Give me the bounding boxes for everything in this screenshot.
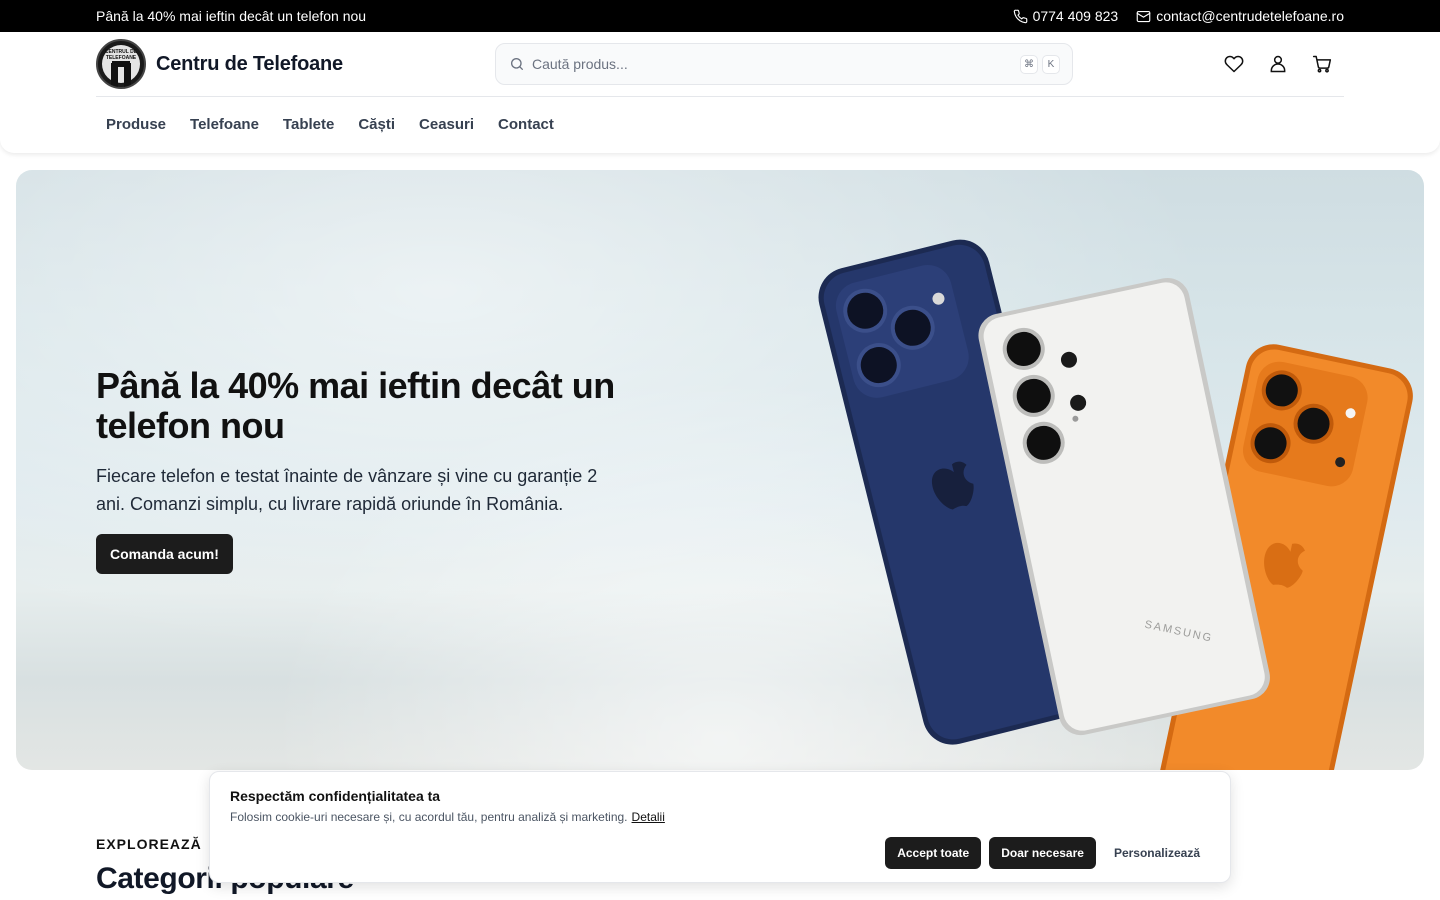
hero-banner: SAMSUNG Până la 40% mai ieftin decât un … — [16, 170, 1424, 770]
main-nav: Produse Telefoane Tablete Căști Ceasuri … — [96, 108, 568, 141]
promo-text: Până la 40% mai ieftin decât un telefon … — [96, 8, 367, 24]
phone-number: 0774 409 823 — [1032, 8, 1119, 24]
email-address: contact@centrudetelefoane.ro — [1156, 8, 1344, 24]
customize-button[interactable]: Personalizează — [1104, 837, 1210, 869]
header-actions — [1222, 52, 1334, 76]
nav-item-contact[interactable]: Contact — [488, 108, 564, 141]
necessary-only-button[interactable]: Doar necesare — [989, 837, 1096, 869]
nav-item-produse[interactable]: Produse — [96, 108, 176, 141]
logo-badge: CENTRUL DE TELEFOANE — [96, 39, 146, 89]
nav-item-casti[interactable]: Căști — [348, 108, 405, 141]
cookie-details-link[interactable]: Detalii — [632, 810, 665, 824]
nav-item-ceasuri[interactable]: Ceasuri — [409, 108, 484, 141]
section-eyebrow: EXPLOREAZĂ — [96, 836, 202, 852]
top-bar: Până la 40% mai ieftin decât un telefon … — [0, 0, 1440, 32]
cookie-text-row: Folosim cookie-uri necesare și, cu acord… — [230, 810, 665, 824]
hero-title: Până la 40% mai ieftin decât un telefon … — [96, 365, 615, 446]
logo[interactable]: CENTRUL DE TELEFOANE Centru de Telefoane — [96, 39, 343, 89]
accept-all-button[interactable]: Accept toate — [885, 837, 982, 869]
cookie-title: Respectăm confidențialitatea ta — [230, 788, 441, 804]
brand-name: Centru de Telefoane — [156, 52, 343, 75]
order-now-button[interactable]: Comanda acum! — [96, 534, 233, 574]
contact-info: 0774 409 823 contact@centrudetelefoane.r… — [1013, 8, 1344, 24]
kbd-cmd-key: ⌘ — [1020, 55, 1038, 74]
site-header: CENTRUL DE TELEFOANE Centru de Telefoane… — [0, 32, 1440, 153]
search-bar[interactable]: ⌘ K — [495, 43, 1073, 85]
nav-item-tablete[interactable]: Tablete — [273, 108, 344, 141]
phone-icon — [1013, 9, 1027, 23]
user-icon — [1270, 55, 1286, 73]
cart-icon — [1312, 55, 1332, 73]
cookie-text: Folosim cookie-uri necesare și, cu acord… — [230, 810, 628, 824]
search-icon — [511, 58, 523, 70]
phone-contact[interactable]: 0774 409 823 — [1013, 8, 1119, 24]
cookie-banner: Respectăm confidențialitatea ta Folosim … — [209, 771, 1231, 883]
email-contact[interactable]: contact@centrudetelefoane.ro — [1136, 8, 1344, 24]
wishlist-button[interactable] — [1222, 52, 1246, 76]
nav-item-telefoane[interactable]: Telefoane — [180, 108, 269, 141]
logo-badge-text: CENTRUL DE TELEFOANE — [104, 49, 138, 61]
search-input[interactable] — [532, 52, 1002, 76]
cart-button[interactable] — [1310, 52, 1334, 76]
heart-icon — [1224, 55, 1244, 73]
header-divider — [96, 96, 1344, 97]
cookie-actions: Accept toate Doar necesare Personalizeaz… — [885, 837, 1210, 869]
account-button[interactable] — [1266, 52, 1290, 76]
kbd-k-key: K — [1042, 55, 1060, 74]
mail-icon — [1136, 10, 1151, 22]
hero-subtitle: Fiecare telefon e testat înainte de vânz… — [96, 466, 598, 514]
